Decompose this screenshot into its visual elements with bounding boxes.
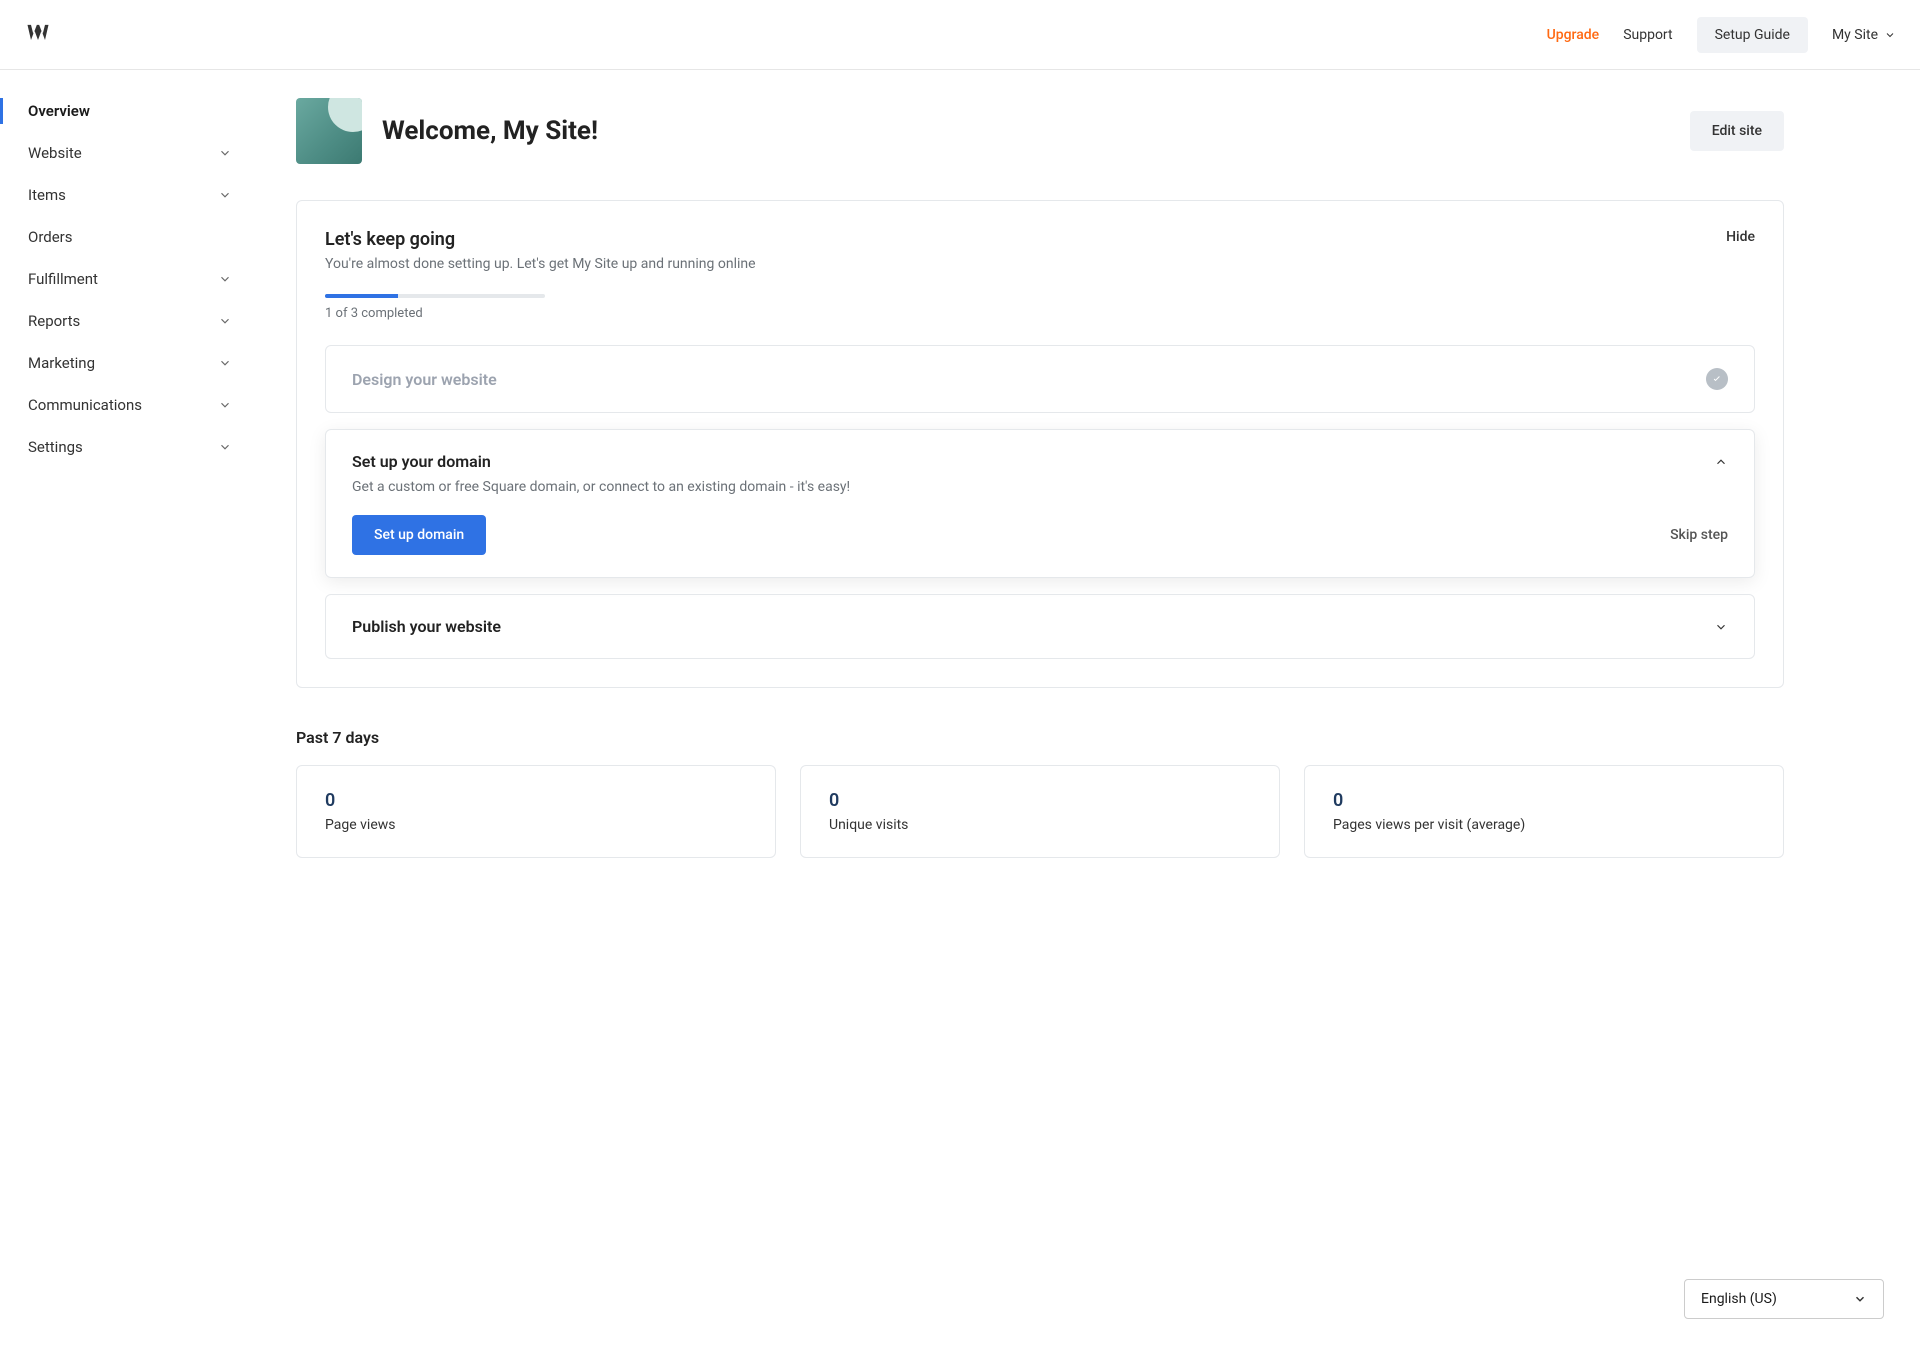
sidebar-item-label: Items bbox=[28, 186, 66, 204]
chevron-down-icon bbox=[1714, 620, 1728, 634]
sidebar-item-label: Marketing bbox=[28, 354, 95, 372]
support-link[interactable]: Support bbox=[1623, 27, 1672, 43]
chevron-down-icon bbox=[218, 356, 232, 370]
setup-subtitle: You're almost done setting up. Let's get… bbox=[325, 256, 756, 272]
stat-value: 0 bbox=[325, 790, 747, 811]
step-title: Set up your domain bbox=[352, 452, 491, 471]
edit-site-button[interactable]: Edit site bbox=[1690, 111, 1784, 151]
stat-value: 0 bbox=[1333, 790, 1755, 811]
chevron-down-icon bbox=[1853, 1292, 1867, 1306]
page-title: Welcome, My Site! bbox=[382, 116, 598, 146]
sidebar-item-label: Website bbox=[28, 144, 82, 162]
sidebar-item-items[interactable]: Items bbox=[0, 174, 260, 216]
hide-link[interactable]: Hide bbox=[1726, 229, 1755, 245]
site-dropdown[interactable]: My Site bbox=[1832, 27, 1896, 43]
sidebar-item-orders[interactable]: Orders bbox=[0, 216, 260, 258]
chevron-down-icon bbox=[218, 440, 232, 454]
sidebar-item-settings[interactable]: Settings bbox=[0, 426, 260, 468]
stat-label: Page views bbox=[325, 817, 747, 833]
step-description: Get a custom or free Square domain, or c… bbox=[352, 479, 1728, 495]
step-publish[interactable]: Publish your website bbox=[325, 594, 1755, 659]
setup-card: Let's keep going You're almost done sett… bbox=[296, 200, 1784, 688]
chevron-down-icon bbox=[218, 146, 232, 160]
step-title: Publish your website bbox=[352, 617, 501, 636]
chevron-down-icon bbox=[1884, 29, 1896, 41]
sidebar-item-overview[interactable]: Overview bbox=[0, 90, 260, 132]
stat-unique-visits[interactable]: 0 Unique visits bbox=[800, 765, 1280, 858]
step-domain: Set up your domain Get a custom or free … bbox=[325, 429, 1755, 578]
stats-title: Past 7 days bbox=[296, 728, 1784, 747]
sidebar-item-label: Orders bbox=[28, 228, 73, 246]
main-content: Welcome, My Site! Edit site Let's keep g… bbox=[260, 70, 1820, 918]
progress-text: 1 of 3 completed bbox=[325, 306, 1755, 321]
stat-views-per-visit[interactable]: 0 Pages views per visit (average) bbox=[1304, 765, 1784, 858]
check-circle-icon bbox=[1706, 368, 1728, 390]
topbar: Upgrade Support Setup Guide My Site bbox=[0, 0, 1920, 70]
step-title: Design your website bbox=[352, 370, 497, 389]
chevron-down-icon bbox=[218, 314, 232, 328]
progress-bar bbox=[325, 294, 545, 298]
sidebar-item-label: Communications bbox=[28, 396, 142, 414]
stat-label: Pages views per visit (average) bbox=[1333, 817, 1755, 833]
chevron-down-icon bbox=[218, 188, 232, 202]
stat-value: 0 bbox=[829, 790, 1251, 811]
skip-step-link[interactable]: Skip step bbox=[1670, 527, 1728, 543]
sidebar-item-website[interactable]: Website bbox=[0, 132, 260, 174]
topbar-right: Upgrade Support Setup Guide My Site bbox=[1547, 17, 1896, 53]
chevron-down-icon bbox=[218, 398, 232, 412]
sidebar-item-label: Fulfillment bbox=[28, 270, 98, 288]
sidebar-item-label: Reports bbox=[28, 312, 80, 330]
stat-label: Unique visits bbox=[829, 817, 1251, 833]
language-label: English (US) bbox=[1701, 1291, 1777, 1307]
progress-fill bbox=[325, 294, 398, 298]
language-selector[interactable]: English (US) bbox=[1684, 1279, 1884, 1319]
setup-guide-button[interactable]: Setup Guide bbox=[1697, 17, 1808, 53]
welcome-header: Welcome, My Site! Edit site bbox=[296, 98, 1784, 164]
site-thumbnail bbox=[296, 98, 362, 164]
sidebar-item-label: Settings bbox=[28, 438, 83, 456]
chevron-up-icon[interactable] bbox=[1714, 455, 1728, 469]
sidebar-item-fulfillment[interactable]: Fulfillment bbox=[0, 258, 260, 300]
sidebar: Overview Website Items Orders Fulfillmen… bbox=[0, 70, 260, 918]
site-dropdown-label: My Site bbox=[1832, 27, 1878, 43]
sidebar-item-reports[interactable]: Reports bbox=[0, 300, 260, 342]
sidebar-item-marketing[interactable]: Marketing bbox=[0, 342, 260, 384]
sidebar-item-communications[interactable]: Communications bbox=[0, 384, 260, 426]
setup-title: Let's keep going bbox=[325, 229, 756, 250]
setup-domain-button[interactable]: Set up domain bbox=[352, 515, 486, 555]
chevron-down-icon bbox=[218, 272, 232, 286]
sidebar-item-label: Overview bbox=[28, 102, 90, 120]
upgrade-link[interactable]: Upgrade bbox=[1547, 27, 1600, 43]
step-design[interactable]: Design your website bbox=[325, 345, 1755, 413]
weebly-logo[interactable] bbox=[24, 19, 52, 51]
stat-page-views[interactable]: 0 Page views bbox=[296, 765, 776, 858]
stats-row: 0 Page views 0 Unique visits 0 Pages vie… bbox=[296, 765, 1784, 858]
